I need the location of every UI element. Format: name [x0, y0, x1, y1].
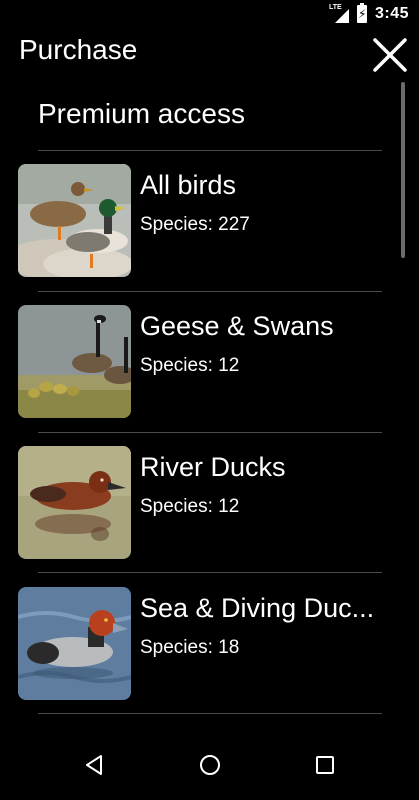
mallard-pair-photo	[18, 164, 131, 277]
item-title: River Ducks	[140, 452, 286, 482]
close-button[interactable]	[371, 36, 409, 74]
home-button[interactable]	[199, 754, 221, 776]
toolbar: Purchase	[0, 30, 419, 80]
page-title: Purchase	[19, 34, 138, 65]
ferruginous-duck-photo	[18, 446, 131, 559]
redhead-duck-photo	[18, 587, 131, 700]
item-species-count: Species: 18	[140, 637, 240, 658]
divider	[38, 432, 382, 433]
scrollbar[interactable]	[401, 82, 405, 258]
divider	[38, 713, 382, 714]
battery-charging-icon: ⚡	[356, 3, 367, 23]
status-bar: LTE ⚡ 3:45	[0, 0, 419, 30]
status-icons: LTE ⚡ 3:45	[329, 3, 409, 23]
list-item-river-ducks[interactable]: River Ducks Species: 12	[0, 446, 400, 560]
back-triangle-icon	[86, 755, 102, 775]
divider	[38, 150, 382, 151]
list-item-sea-diving-ducks[interactable]: Sea & Diving Duc... Species: 18	[0, 587, 400, 701]
close-icon	[373, 38, 407, 72]
signal-icon: LTE	[329, 4, 349, 23]
canada-geese-with-goslings-photo	[18, 305, 131, 418]
divider	[38, 291, 382, 292]
item-species-count: Species: 227	[140, 214, 250, 235]
item-title: All birds	[140, 170, 237, 200]
back-button[interactable]	[84, 754, 104, 776]
navigation-bar	[0, 740, 419, 800]
section-header: Premium access	[38, 98, 245, 129]
item-species-count: Species: 12	[140, 355, 240, 376]
list-item-geese-swans[interactable]: Geese & Swans Species: 12	[0, 305, 400, 419]
list-item-all-birds[interactable]: All birds Species: 227	[0, 164, 400, 278]
divider	[38, 572, 382, 573]
home-circle-icon	[200, 755, 220, 775]
status-clock: 3:45	[374, 5, 409, 22]
item-title: Sea & Diving Duc...	[140, 593, 375, 623]
item-species-count: Species: 12	[140, 496, 240, 517]
recent-apps-button[interactable]	[315, 755, 335, 775]
recent-apps-square-icon	[316, 756, 334, 774]
item-title: Geese & Swans	[140, 311, 334, 341]
